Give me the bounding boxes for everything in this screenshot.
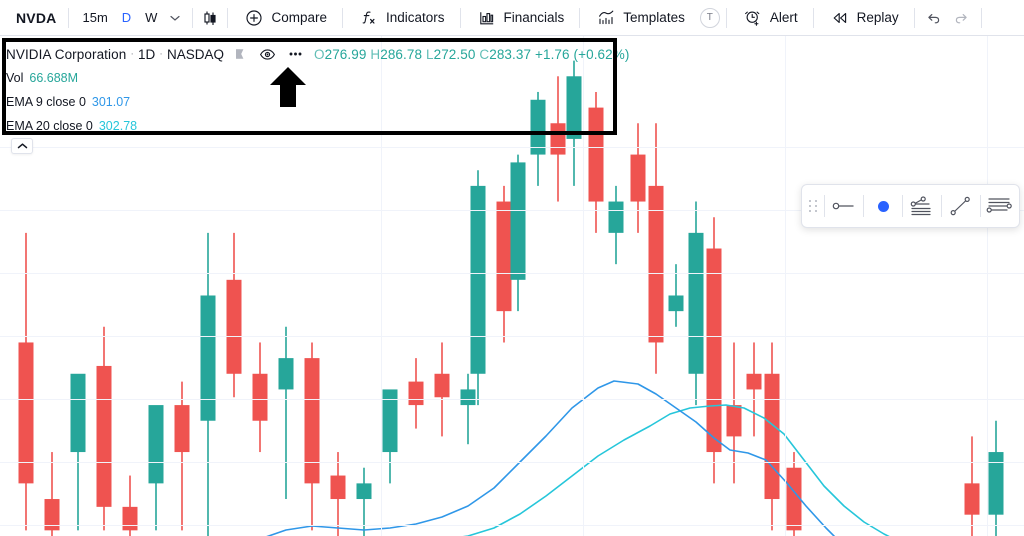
- timeframe-15m[interactable]: 15m: [75, 6, 114, 30]
- candle-body: [550, 123, 566, 155]
- rewind-icon: [829, 7, 851, 29]
- gridline-vertical: [987, 36, 988, 536]
- candle-body: [964, 483, 980, 515]
- candle-body: [688, 232, 704, 374]
- candlestick-plot[interactable]: [0, 36, 1024, 536]
- legend-collapse-button[interactable]: [11, 138, 33, 154]
- replay-label: Replay: [856, 10, 899, 25]
- candle-body: [356, 483, 372, 500]
- alert-group: Alert: [727, 0, 813, 36]
- top-toolbar: NVDA 15m D W Compare Indicators Financia…: [0, 0, 1024, 36]
- candle-body: [122, 506, 138, 531]
- candle-body: [470, 185, 486, 374]
- replay-group: Replay: [814, 0, 914, 36]
- candlestick-icon[interactable]: [199, 7, 221, 29]
- candle-body: [96, 365, 112, 507]
- gridline-horizontal: [0, 273, 1024, 274]
- templates-label: Templates: [623, 10, 685, 25]
- timeframe-w[interactable]: W: [138, 6, 164, 30]
- gridline-horizontal: [0, 462, 1024, 463]
- compare-button[interactable]: Compare: [234, 4, 336, 32]
- candle-body: [200, 295, 216, 421]
- candle-body: [566, 76, 582, 139]
- plus-circle-icon: [243, 7, 265, 29]
- candle-body: [726, 405, 742, 437]
- candle-body: [460, 389, 476, 406]
- candle-body: [630, 154, 646, 202]
- undo-arrow-icon[interactable]: [921, 5, 947, 31]
- candle-body: [278, 358, 294, 390]
- chart-canvas[interactable]: [0, 36, 1024, 536]
- eye-visible-icon[interactable]: [256, 43, 280, 65]
- candle-body: [330, 475, 346, 500]
- compare-label: Compare: [271, 10, 327, 25]
- candle-body: [174, 405, 190, 453]
- candle-body: [608, 201, 624, 233]
- undo-redo-group: [915, 5, 981, 31]
- alert-button[interactable]: Alert: [733, 4, 807, 32]
- gridline-vertical: [381, 36, 382, 536]
- gridline-horizontal: [0, 399, 1024, 400]
- candle-body: [252, 373, 268, 421]
- financials-label: Financials: [503, 10, 565, 25]
- chevron-up-icon: [17, 143, 27, 149]
- drag-grip-icon[interactable]: [802, 185, 824, 227]
- candle-body: [434, 373, 450, 398]
- candle-series: [18, 60, 1004, 536]
- toolbar-divider: [980, 7, 982, 28]
- candle-body: [706, 248, 722, 453]
- parallel-channel-icon[interactable]: [981, 185, 1019, 227]
- candle-body: [408, 381, 424, 406]
- alert-label: Alert: [769, 10, 798, 25]
- more-horizontal-icon[interactable]: [284, 43, 308, 65]
- indicators-label: Indicators: [385, 10, 445, 25]
- candle-body: [148, 405, 164, 484]
- chart-style-group: [193, 0, 227, 36]
- candle-body: [746, 373, 762, 390]
- financials-group: Financials: [461, 0, 580, 36]
- indicators-button[interactable]: Indicators: [349, 4, 454, 32]
- color-swatch-blue[interactable]: [864, 185, 902, 227]
- candle-body: [510, 162, 526, 280]
- indicator-templates-icon: [595, 7, 617, 29]
- candle-body: [668, 295, 684, 312]
- candle-body: [588, 107, 604, 202]
- timeframe-group: 15m D W: [69, 0, 192, 36]
- redo-arrow-icon[interactable]: [949, 5, 975, 31]
- floating-drawing-toolbar[interactable]: [801, 184, 1020, 228]
- alarm-clock-plus-icon: [742, 7, 764, 29]
- financials-button[interactable]: Financials: [467, 4, 574, 32]
- compare-group: Compare: [228, 0, 342, 36]
- candle-body: [496, 201, 512, 312]
- templates-group: Templates T: [580, 0, 726, 36]
- symbol-button[interactable]: NVDA: [0, 0, 68, 36]
- gridline-horizontal: [0, 147, 1024, 148]
- diagonal-line-icon[interactable]: [942, 185, 980, 227]
- chevron-down-icon[interactable]: [164, 6, 186, 30]
- tradingview-chart-app: NVDA 15m D W Compare Indicators Financia…: [0, 0, 1024, 536]
- gridline-horizontal: [0, 336, 1024, 337]
- fx-icon: [358, 7, 380, 29]
- gridline-horizontal: [0, 525, 1024, 526]
- trend-line-icon[interactable]: [825, 185, 863, 227]
- candle-body: [304, 358, 320, 484]
- candle-style-icon[interactable]: [228, 43, 252, 65]
- candle-body: [70, 373, 86, 453]
- replay-button[interactable]: Replay: [820, 4, 908, 32]
- timeframe-d[interactable]: D: [115, 6, 138, 30]
- bar-chart-icon: [476, 7, 498, 29]
- candle-body: [764, 373, 780, 500]
- templates-button[interactable]: Templates: [586, 4, 694, 32]
- indicators-group: Indicators: [343, 0, 460, 36]
- gridline-vertical: [583, 36, 584, 536]
- candle-body: [226, 279, 242, 374]
- gridline-vertical: [785, 36, 786, 536]
- pitchfork-icon[interactable]: [903, 185, 941, 227]
- templates-shortcut-badge[interactable]: T: [699, 7, 720, 28]
